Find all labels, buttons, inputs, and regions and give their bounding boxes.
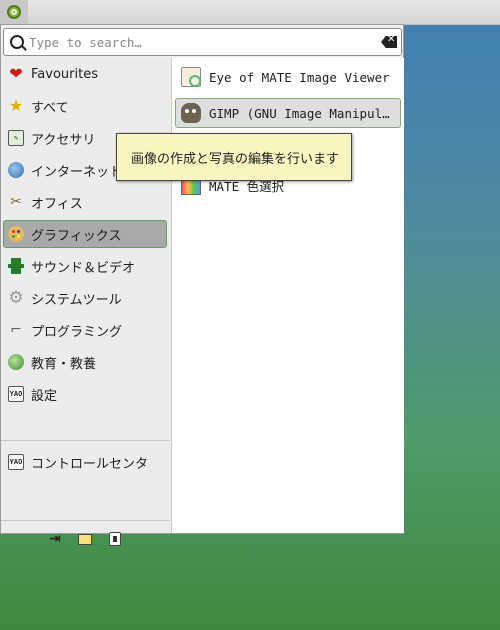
heart-icon: ❤	[9, 64, 23, 83]
control-center-icon: YAO	[8, 454, 24, 470]
category-label: オフィス	[31, 196, 83, 212]
category-label: サウンド＆ビデオ	[31, 260, 136, 276]
category-label: アクセサリ	[31, 132, 96, 148]
category-label: すべて	[31, 100, 69, 116]
category-label: インターネット	[31, 164, 123, 180]
app-eye-of-mate[interactable]: Eye of MATE Image Viewer	[175, 62, 401, 92]
app-tooltip: 画像の作成と写真の編集を行います	[116, 133, 352, 181]
category-sound-video[interactable]: サウンド＆ビデオ	[3, 252, 167, 280]
category-label: グラフィックス	[31, 228, 122, 244]
app-label: GIMP (GNU Image Manipul…	[209, 105, 390, 121]
palette-icon	[8, 226, 24, 242]
category-all[interactable]: ★ すべて	[3, 92, 167, 120]
search-icon	[10, 35, 24, 49]
search-box[interactable]	[3, 28, 402, 56]
mate-logo-icon	[7, 5, 21, 19]
shutdown-icon[interactable]	[106, 530, 124, 548]
category-graphics[interactable]: グラフィックス	[3, 220, 167, 248]
film-icon	[8, 258, 24, 274]
programming-icon: ⌐	[10, 322, 22, 338]
clear-search-icon[interactable]	[381, 36, 397, 48]
application-menu: ❤ Favourites ★ すべて ✎ アクセサリ インターネット ✂ オフィ…	[0, 24, 404, 547]
category-label: コントロールセンタ	[31, 456, 149, 472]
category-label: 設定	[31, 388, 58, 404]
category-control-center[interactable]: YAO コントロールセンタ	[3, 448, 167, 476]
category-settings[interactable]: YAO 設定	[3, 380, 167, 408]
category-label: プログラミング	[31, 324, 123, 340]
top-panel	[0, 0, 500, 25]
category-list: ❤ Favourites ★ すべて ✎ アクセサリ インターネット ✂ オフィ…	[1, 58, 170, 547]
app-label: Eye of MATE Image Viewer	[209, 69, 390, 85]
category-label: システムツール	[31, 292, 122, 308]
tooltip-text: 画像の作成と写真の編集を行います	[131, 151, 340, 167]
category-programming[interactable]: ⌐ プログラミング	[3, 316, 167, 344]
education-icon	[8, 354, 24, 370]
search-input[interactable]	[29, 33, 369, 51]
image-viewer-icon	[181, 67, 201, 87]
lock-screen-icon[interactable]	[76, 530, 94, 548]
logout-icon[interactable]: ⇥	[46, 530, 64, 548]
globe-icon	[8, 162, 24, 178]
session-separator	[1, 520, 170, 521]
application-list: Eye of MATE Image Viewer GIMP (GNU Image…	[171, 58, 404, 533]
gimp-icon	[181, 103, 201, 123]
category-label: 教育・教養	[31, 356, 97, 372]
gear-icon: ⚙	[8, 288, 24, 308]
accessories-icon: ✎	[8, 130, 24, 146]
main-menu-button[interactable]	[0, 0, 28, 24]
star-icon: ★	[8, 96, 24, 115]
app-gimp[interactable]: GIMP (GNU Image Manipul…	[175, 98, 401, 128]
office-icon: ✂	[10, 194, 22, 210]
category-system-tools[interactable]: ⚙ システムツール	[3, 284, 167, 312]
category-office[interactable]: ✂ オフィス	[3, 188, 167, 216]
category-separator	[1, 440, 170, 441]
category-label: Favourites	[31, 66, 98, 82]
category-favourites[interactable]: ❤ Favourites	[3, 60, 167, 88]
settings-icon: YAO	[8, 386, 24, 402]
category-education[interactable]: 教育・教養	[3, 348, 167, 376]
